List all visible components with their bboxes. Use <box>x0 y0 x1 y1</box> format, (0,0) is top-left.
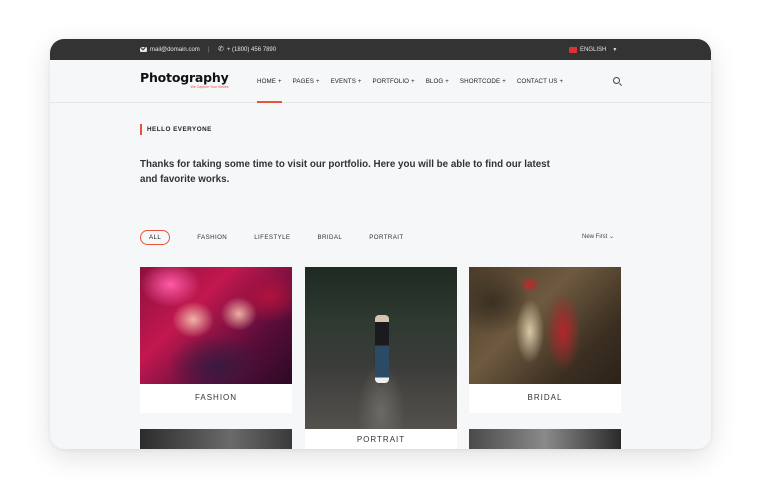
nav-label: CONTACT US <box>516 78 558 85</box>
phone-icon: ✆ <box>218 46 224 53</box>
gallery-card-partial[interactable] <box>469 429 621 449</box>
wedding-couple-photo <box>469 267 621 384</box>
email-text: mail@domain.com <box>150 46 200 53</box>
card-label: PORTRAIT <box>356 435 406 444</box>
plus-icon: + <box>315 78 320 85</box>
site-logo[interactable]: Photography We Capture Your Smiles <box>140 70 229 89</box>
caret-down-icon: ▼ <box>612 46 618 53</box>
intro-text: Thanks for taking some time to visit our… <box>140 159 550 185</box>
mail-icon <box>140 47 147 52</box>
phone-text: + (1800) 456 7890 <box>226 46 277 53</box>
main-nav: HOME + PAGES + EVENTS + PORTFOLIO + BLOG + SH… <box>257 60 574 103</box>
gallery-card-bridal[interactable]: BRIDAL <box>469 267 621 413</box>
chevron-down-icon: ⌄ <box>609 234 615 240</box>
sort-dropdown[interactable]: New First ⌄ <box>582 233 614 240</box>
site-header: Photography We Capture Your Smiles HOME +… <box>50 60 711 103</box>
gallery-card-partial[interactable] <box>140 429 292 449</box>
plus-icon: + <box>411 78 415 85</box>
email-contact[interactable]: mail@domain.com <box>140 39 200 60</box>
filter-portrait[interactable]: PORTRAIT <box>369 234 403 241</box>
topbar-separator: | <box>208 46 210 53</box>
bw-photo <box>469 429 621 449</box>
browser-frame: mail@domain.com | ✆ + (1800) 456 7890 EN… <box>50 39 711 449</box>
plus-icon: + <box>559 78 564 85</box>
section-eyebrow: HELLO EVERYONE <box>140 124 212 135</box>
portfolio-filters: ALL FASHION LIFESTYLE BRIDAL PORTRAIT <box>140 230 431 245</box>
uk-flag-icon <box>569 46 577 53</box>
gallery-card-portrait[interactable]: PORTRAIT <box>305 267 457 449</box>
language-label: ENGLISH <box>580 46 607 53</box>
nav-item-events[interactable]: EVENTS + <box>331 60 362 103</box>
phone-contact[interactable]: ✆ + (1800) 456 7890 <box>218 39 276 60</box>
search-icon[interactable] <box>613 77 620 84</box>
party-photo <box>140 267 292 384</box>
language-selector[interactable]: ENGLISH ▼ <box>569 39 617 60</box>
nav-item-contact-us[interactable]: CONTACT US + <box>517 60 563 103</box>
logo-tagline: We Capture Your Smiles <box>190 85 229 89</box>
sort-label: New First <box>582 234 608 240</box>
filter-all[interactable]: ALL <box>140 230 171 245</box>
nav-label: PORTFOLIO <box>372 78 410 85</box>
card-label: FASHION <box>194 393 238 402</box>
filter-lifestyle[interactable]: LIFESTYLE <box>254 234 290 241</box>
gallery-card-fashion[interactable]: FASHION <box>140 267 292 413</box>
nav-item-shortcode[interactable]: SHORTCODE + <box>460 60 506 103</box>
nav-item-portfolio[interactable]: PORTFOLIO + <box>373 60 415 103</box>
plus-icon: + <box>357 78 362 85</box>
top-bar: mail@domain.com | ✆ + (1800) 456 7890 EN… <box>50 39 711 60</box>
nav-label: PAGES <box>292 78 314 85</box>
nav-item-home[interactable]: HOME + <box>257 60 282 103</box>
card-label: BRIDAL <box>527 393 563 402</box>
plus-icon: + <box>502 78 506 85</box>
person-figure <box>375 315 389 383</box>
plus-icon: + <box>277 78 282 85</box>
filter-fashion[interactable]: FASHION <box>197 234 227 241</box>
forest-portrait-photo <box>305 267 457 429</box>
nav-label: SHORTCODE <box>459 78 501 85</box>
nav-label: EVENTS <box>330 78 356 85</box>
nav-label: BLOG <box>425 78 444 85</box>
bw-photo <box>140 429 292 449</box>
logo-title: Photography <box>140 70 229 85</box>
plus-icon: + <box>445 78 449 85</box>
filter-bridal[interactable]: BRIDAL <box>317 234 342 241</box>
nav-item-pages[interactable]: PAGES + <box>293 60 320 103</box>
nav-item-blog[interactable]: BLOG + <box>426 60 449 103</box>
nav-label: HOME <box>257 78 276 85</box>
